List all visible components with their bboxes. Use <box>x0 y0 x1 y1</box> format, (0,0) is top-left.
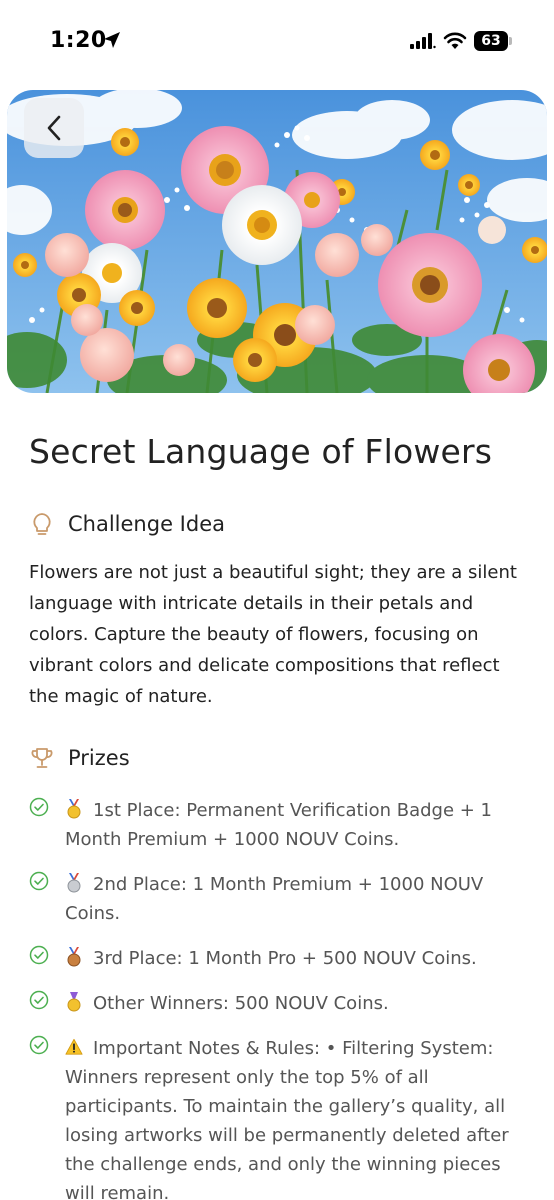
lightbulb-icon <box>33 513 51 535</box>
challenge-description: Flowers are not just a beautiful sight; … <box>29 562 517 707</box>
prize-text: 2nd Place: 1 Month Premium + 1000 NOUV C… <box>65 874 484 924</box>
prize-item-third: 3rd Place: 1 Month Pro + 500 NOUV Coins. <box>29 944 534 973</box>
prize-item-rules: Important Notes & Rules: • Filtering Sys… <box>29 1034 534 1200</box>
check-circle-icon <box>29 990 49 1010</box>
challenge-screen: 1:20 63 Secret Language of Flowers Chall… <box>0 0 554 1200</box>
prize-text: 3rd Place: 1 Month Pro + 500 NOUV Coins. <box>93 948 477 969</box>
silver-medal-icon <box>67 873 81 893</box>
wifi-icon <box>443 32 467 49</box>
battery-cap <box>509 37 512 45</box>
status-time: 1:20 <box>50 28 107 53</box>
prize-item-second: 2nd Place: 1 Month Premium + 1000 NOUV C… <box>29 870 534 928</box>
signal-icon <box>410 33 436 49</box>
flowers-illustration <box>7 90 547 393</box>
hero-image <box>7 90 547 393</box>
chevron-left-icon <box>47 115 61 141</box>
prize-item-first: 1st Place: Permanent Verification Badge … <box>29 796 534 854</box>
prize-text: Important Notes & Rules: • Filtering Sys… <box>65 1038 509 1200</box>
gold-medal-icon <box>67 799 81 819</box>
prize-text: 1st Place: Permanent Verification Badge … <box>65 800 492 850</box>
prizes-heading: Prizes <box>29 745 130 771</box>
check-circle-icon <box>29 945 49 965</box>
check-circle-icon <box>29 871 49 891</box>
check-circle-icon <box>29 1035 49 1055</box>
battery-level: 63 <box>474 31 508 51</box>
warning-icon <box>65 1038 83 1055</box>
challenge-idea-heading: Challenge Idea <box>29 511 225 537</box>
back-button[interactable] <box>24 98 84 158</box>
page-title: Secret Language of Flowers <box>29 432 493 471</box>
prizes-label: Prizes <box>68 746 130 770</box>
location-arrow-icon <box>104 32 120 48</box>
status-bar: 1:20 63 <box>0 0 554 84</box>
prize-item-other: Other Winners: 500 NOUV Coins. <box>29 989 534 1018</box>
prize-list: 1st Place: Permanent Verification Badge … <box>29 796 534 1200</box>
challenge-idea-label: Challenge Idea <box>68 512 225 536</box>
trophy-icon <box>31 748 53 768</box>
medal-icon <box>67 992 81 1012</box>
check-circle-icon <box>29 797 49 817</box>
bronze-medal-icon <box>67 947 81 967</box>
prize-text: Other Winners: 500 NOUV Coins. <box>93 993 389 1014</box>
